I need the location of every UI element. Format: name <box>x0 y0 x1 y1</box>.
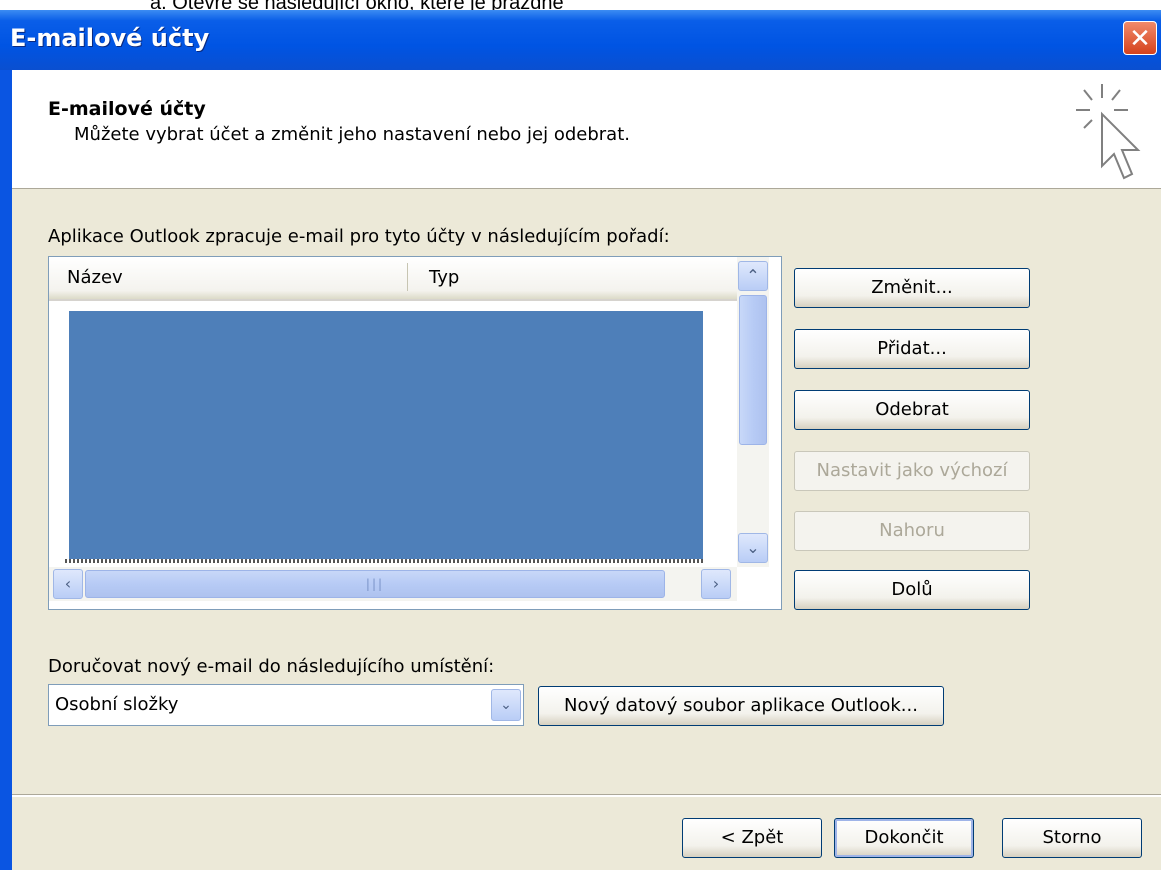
scroll-down-button[interactable]: ⌄ <box>738 533 768 563</box>
cancel-button[interactable]: Storno <box>1002 818 1142 858</box>
header-subtitle: Můžete vybrat účet a změnit jeho nastave… <box>74 124 630 145</box>
set-default-button[interactable]: Nastavit jako výchozí <box>794 451 1030 491</box>
wizard-header: E-mailové účty Můžete vybrat účet a změn… <box>12 70 1161 189</box>
accounts-list[interactable]: Název Typ ⌃ ⌄ ‹ ||| › <box>48 256 782 610</box>
new-data-file-button[interactable]: Nový datový soubor aplikace Outlook... <box>538 686 944 726</box>
column-header-type[interactable]: Typ <box>429 267 459 288</box>
chevron-left-icon: ‹ <box>64 574 72 593</box>
close-button[interactable]: ✕ <box>1123 21 1157 55</box>
scroll-up-button[interactable]: ⌃ <box>738 261 768 291</box>
header-title: E-mailové účty <box>48 98 206 120</box>
list-header: Název Typ <box>49 257 737 301</box>
column-divider[interactable] <box>407 263 408 291</box>
delivery-location-label: Doručovat nový e-mail do následujícího u… <box>48 656 495 677</box>
add-button[interactable]: Přidat... <box>794 329 1030 369</box>
delivery-location-value: Osobní složky <box>55 694 179 715</box>
chevron-down-icon: ⌄ <box>500 697 512 713</box>
column-header-name[interactable]: Název <box>67 267 123 288</box>
scroll-right-button[interactable]: › <box>701 569 731 599</box>
chevron-down-icon: ⌄ <box>746 538 760 557</box>
title-bar[interactable]: E-mailové účty ✕ <box>0 10 1161 70</box>
move-down-button[interactable]: Dolů <box>794 570 1030 610</box>
remove-button[interactable]: Odebrat <box>794 390 1030 430</box>
vertical-scroll-thumb[interactable] <box>739 295 767 445</box>
cursor-sparkle-icon <box>1076 84 1141 180</box>
back-button[interactable]: < Zpět <box>682 818 822 858</box>
scroll-left-button[interactable]: ‹ <box>53 569 83 599</box>
finish-button[interactable]: Dokončit <box>834 818 974 858</box>
list-focus-border <box>65 559 705 563</box>
chevron-right-icon: › <box>712 574 720 593</box>
email-accounts-dialog: E-mailové účty ✕ E-mailové účty Můžete v… <box>0 10 1161 870</box>
delivery-location-select[interactable]: Osobní složky ⌄ <box>48 684 524 726</box>
accounts-order-label: Aplikace Outlook zpracuje e-mail pro tyt… <box>48 226 670 247</box>
footer-divider <box>12 794 1161 797</box>
chevron-up-icon: ⌃ <box>746 266 760 285</box>
close-icon: ✕ <box>1129 24 1151 54</box>
vertical-scrollbar[interactable]: ⌃ ⌄ <box>737 257 769 567</box>
horizontal-scrollbar[interactable]: ‹ ||| › <box>49 567 737 601</box>
move-up-button[interactable]: Nahoru <box>794 511 1030 551</box>
change-button[interactable]: Změnit... <box>794 268 1030 308</box>
dropdown-button[interactable]: ⌄ <box>491 689 521 721</box>
window-title: E-mailové účty <box>10 24 210 52</box>
dialog-client-area: E-mailové účty Můžete vybrat účet a změn… <box>12 70 1161 870</box>
list-selection-area[interactable] <box>69 311 703 559</box>
horizontal-scroll-thumb[interactable]: ||| <box>85 570 665 598</box>
